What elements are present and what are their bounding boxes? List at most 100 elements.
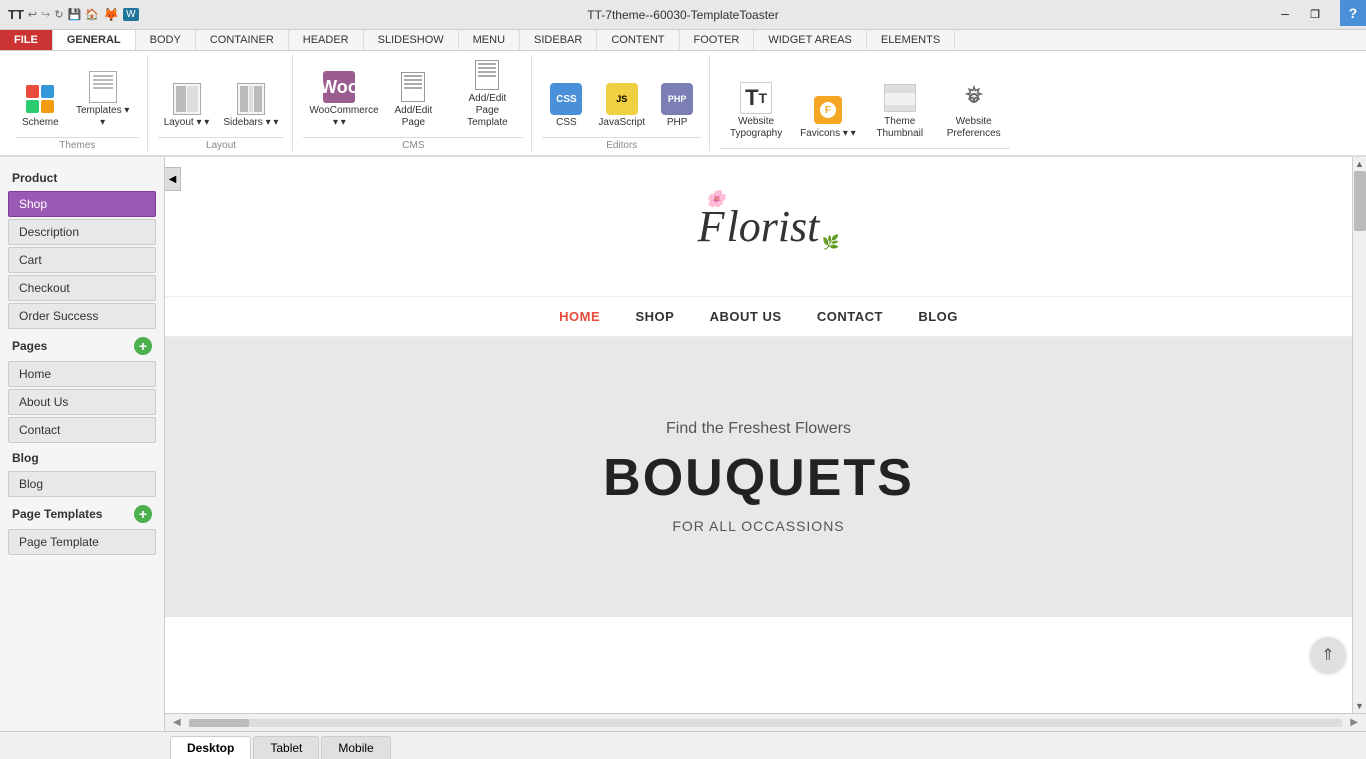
javascript-button[interactable]: JS JavaScript [592,79,651,133]
nav-blog[interactable]: BLOG [918,309,958,324]
save-icon[interactable]: 💾 [68,8,82,21]
tab-mobile[interactable]: Mobile [321,736,390,759]
theme-thumbnail-label: Theme Thumbnail [870,116,930,140]
tab-content[interactable]: CONTENT [597,30,679,50]
content-area: ◀ F 🌸 lorist 🌿 [165,157,1366,731]
cms-group-label: CMS [303,137,523,151]
preview-frame: F 🌸 lorist 🌿 HOME SHOP ABOUT US [165,157,1366,713]
back-icon[interactable]: ↩ [28,8,37,21]
javascript-icon: JS [606,83,638,115]
templates-button[interactable]: Templates ▾ [67,67,139,133]
php-button[interactable]: PHP PHP [653,79,701,133]
product-title: Product [12,171,57,185]
scroll-down-button[interactable]: ▼ [1353,699,1366,713]
tab-file[interactable]: FILE [0,30,53,50]
sidebar-item-blog[interactable]: Blog [8,471,156,497]
tab-widget-areas[interactable]: WIDGET AREAS [754,30,867,50]
layout-items: Layout ▾ Sidebars ▾ [158,55,285,137]
section-product: Product [0,165,164,189]
nav-shop[interactable]: SHOP [635,309,674,324]
add-page-template-button[interactable]: + [134,505,152,523]
add-edit-page-icon [397,71,429,103]
tab-container[interactable]: CONTAINER [196,30,289,50]
ribbon-content: Scheme Templates ▾ Themes [0,51,1366,157]
sidebar-item-shop[interactable]: Shop [8,191,156,217]
preview-hero: Find the Freshest Flowers BOUQUETS FOR A… [165,337,1352,617]
editors-items: CSS CSS JS JavaScript PHP PHP [542,55,701,137]
sidebar-item-order-success[interactable]: Order Success [8,303,156,329]
scheme-label: Scheme [22,117,59,129]
editors-group-label: Editors [542,137,701,151]
css-label: CSS [556,117,577,129]
layout-label: Layout ▾ [164,117,210,129]
add-edit-page-button[interactable]: Add/Edit Page [377,67,449,133]
title-bar-left: TT ↩ ↪ ↻ 💾 🏠 🦊 W [8,7,139,23]
layout-icon [171,83,203,115]
templates-label: Templates ▾ [73,105,133,129]
home-nav-icon[interactable]: 🏠 [85,8,99,21]
layout-button[interactable]: Layout ▾ [158,79,216,133]
tab-general[interactable]: GENERAL [53,30,136,50]
javascript-label: JavaScript [598,117,645,129]
right-scrollbar: ▲ ▼ [1352,157,1366,713]
ribbon-tabs: FILE GENERAL BODY CONTAINER HEADER SLIDE… [0,30,1366,51]
favicons-icon: F [812,94,844,126]
sidebar-item-home[interactable]: Home [8,361,156,387]
tab-menu[interactable]: MENU [459,30,520,50]
website-typography-label: Website Typography [726,116,786,140]
tab-footer[interactable]: FOOTER [680,30,755,50]
tab-body[interactable]: BODY [136,30,196,50]
scroll-left-button[interactable]: ◀ [169,717,185,728]
add-edit-template-button[interactable]: Add/Edit Page Template [451,55,523,133]
tab-tablet[interactable]: Tablet [253,736,319,759]
collapse-sidebar-button[interactable]: ◀ [165,167,181,191]
tab-header[interactable]: HEADER [289,30,364,50]
tt-icon: TT [8,7,24,22]
woocommerce-button[interactable]: Woo WooCommerce ▾ [303,67,375,133]
hero-tagline: FOR ALL OCCASSIONS [672,518,844,534]
refresh-icon[interactable]: ↻ [54,8,63,21]
website-preferences-icon [958,82,990,114]
device-tabs: Desktop Tablet Mobile [0,731,1366,759]
sidebar-item-checkout[interactable]: Checkout [8,275,156,301]
tab-sidebar[interactable]: SIDEBAR [520,30,597,50]
help-button[interactable]: ? [1340,0,1366,26]
sidebar-item-contact[interactable]: Contact [8,417,156,443]
tab-elements[interactable]: ELEMENTS [867,30,955,50]
ribbon-group-cms: Woo WooCommerce ▾ Add/Edit Page Add/Edit… [295,55,532,151]
add-edit-page-label: Add/Edit Page [383,105,443,129]
nav-about-us[interactable]: ABOUT US [710,309,782,324]
scroll-track [1353,171,1366,699]
nav-home[interactable]: HOME [559,309,600,324]
scroll-right-button[interactable]: ▶ [1346,717,1362,728]
sidebar-item-description[interactable]: Description [8,219,156,245]
theme-thumbnail-icon [884,82,916,114]
layout-group-label: Layout [158,137,285,151]
theme-thumbnail-button[interactable]: Theme Thumbnail [864,78,936,144]
sidebars-button[interactable]: Sidebars ▾ [217,79,284,133]
scroll-to-top-button[interactable]: ⇑ [1310,637,1346,673]
website-preferences-button[interactable]: Website Preferences [938,78,1010,144]
website-typography-button[interactable]: TT Website Typography [720,78,792,144]
add-page-button[interactable]: + [134,337,152,355]
scroll-up-button[interactable]: ▲ [1353,157,1366,171]
sidebar-item-about-us[interactable]: About Us [8,389,156,415]
h-scroll-track[interactable] [189,719,1343,727]
favicons-button[interactable]: F Favicons ▾ [794,90,862,144]
sidebar-item-page-template[interactable]: Page Template [8,529,156,555]
restore-button[interactable]: ❐ [1302,6,1328,24]
nav-contact[interactable]: CONTACT [817,309,883,324]
hero-title: BOUQUETS [603,448,914,508]
website-preferences-label: Website Preferences [944,116,1004,140]
minimize-button[interactable]: ─ [1272,6,1298,24]
scheme-button[interactable]: Scheme [16,79,65,133]
section-pages: Pages + [0,331,164,359]
sidebar-item-cart[interactable]: Cart [8,247,156,273]
tab-desktop[interactable]: Desktop [170,736,251,759]
tab-slideshow[interactable]: SLIDESHOW [364,30,459,50]
h-scroll-thumb[interactable] [189,719,249,727]
forward-icon[interactable]: ↪ [41,8,50,21]
scroll-thumb[interactable] [1354,171,1366,231]
css-button[interactable]: CSS CSS [542,79,590,133]
general-tools-group-label [720,148,1010,151]
